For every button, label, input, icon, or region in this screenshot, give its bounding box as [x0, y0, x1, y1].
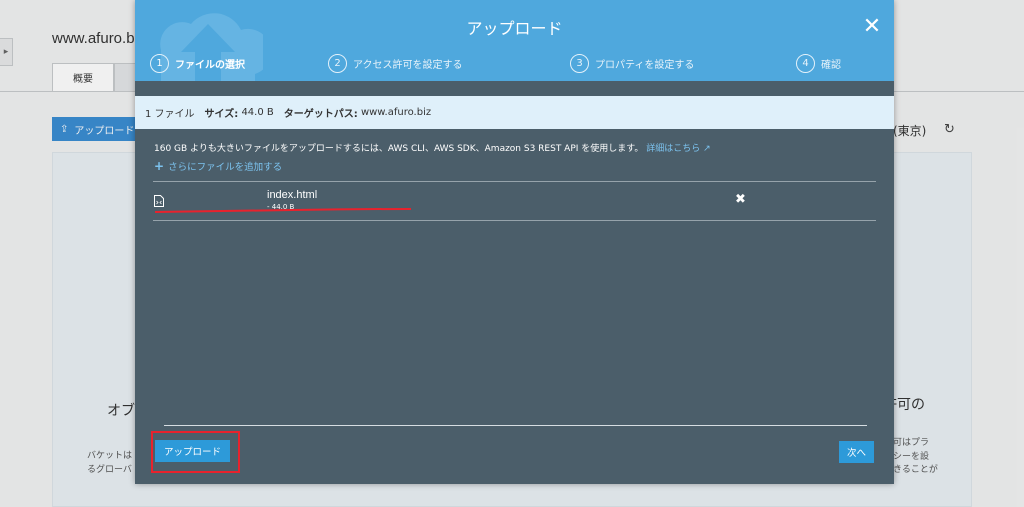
step-set-permissions[interactable]: 2 アクセス許可を設定する — [328, 52, 463, 74]
step-number: 2 — [328, 53, 347, 73]
step-label: プロパティを設定する — [595, 59, 695, 71]
step-number: 4 — [796, 53, 815, 73]
annotation-underline — [154, 208, 412, 213]
upload-modal: アップロード ✕ 1 ファイルの選択 2 アクセス許可を設定する 3 プロパティ… — [135, 0, 894, 484]
target-path-label: ターゲットパス: — [283, 109, 358, 120]
step-label: 確認 — [821, 59, 841, 71]
plus-icon: + — [154, 159, 165, 173]
learn-more-label: 詳細はこちら — [646, 144, 701, 154]
add-more-label: さらにファイルを追加する — [168, 162, 283, 173]
header-divider — [135, 81, 894, 95]
next-button[interactable]: 次へ — [839, 441, 874, 463]
notice-text: 160 GB よりも大きいファイルをアップロードするには、AWS CLI、AWS… — [154, 144, 644, 154]
close-icon[interactable]: ✕ — [862, 16, 882, 38]
step-label: アクセス許可を設定する — [353, 59, 463, 71]
external-link-icon: ↗ — [703, 144, 711, 154]
step-number: 1 — [150, 53, 169, 73]
file-list: index.html - 44.0 B ✖ — [153, 181, 876, 221]
add-more-files-link[interactable]: + さらにファイルを追加する — [154, 159, 282, 173]
wizard-steps: 1 ファイルの選択 2 アクセス許可を設定する 3 プロパティを設定する 4 確… — [135, 52, 894, 74]
step-label: ファイルの選択 — [175, 59, 245, 71]
large-file-notice: 160 GB よりも大きいファイルをアップロードするには、AWS CLI、AWS… — [154, 141, 711, 154]
target-path-value: www.afuro.biz — [360, 107, 432, 118]
size-value: 44.0 B — [241, 107, 274, 118]
step-number: 3 — [570, 53, 589, 73]
step-select-files[interactable]: 1 ファイルの選択 — [150, 52, 245, 74]
upload-summary-bar: 1 ファイル サイズ: 44.0 B ターゲットパス: www.afuro.bi… — [135, 96, 894, 129]
modal-title: アップロード — [466, 19, 563, 38]
remove-file-icon[interactable]: ✖ — [735, 192, 746, 207]
footer-divider — [164, 425, 867, 426]
step-set-properties[interactable]: 3 プロパティを設定する — [570, 52, 694, 74]
upload-button[interactable]: アップロード — [155, 440, 230, 462]
modal-header: アップロード ✕ 1 ファイルの選択 2 アクセス許可を設定する 3 プロパティ… — [135, 0, 894, 81]
step-review[interactable]: 4 確認 — [796, 52, 841, 74]
file-name: index.html — [267, 189, 318, 201]
file-count: 1 ファイル — [145, 109, 195, 120]
learn-more-link[interactable]: 詳細はこちら ↗ — [646, 144, 710, 154]
file-html-icon — [154, 195, 164, 207]
size-label: サイズ: — [204, 109, 239, 120]
